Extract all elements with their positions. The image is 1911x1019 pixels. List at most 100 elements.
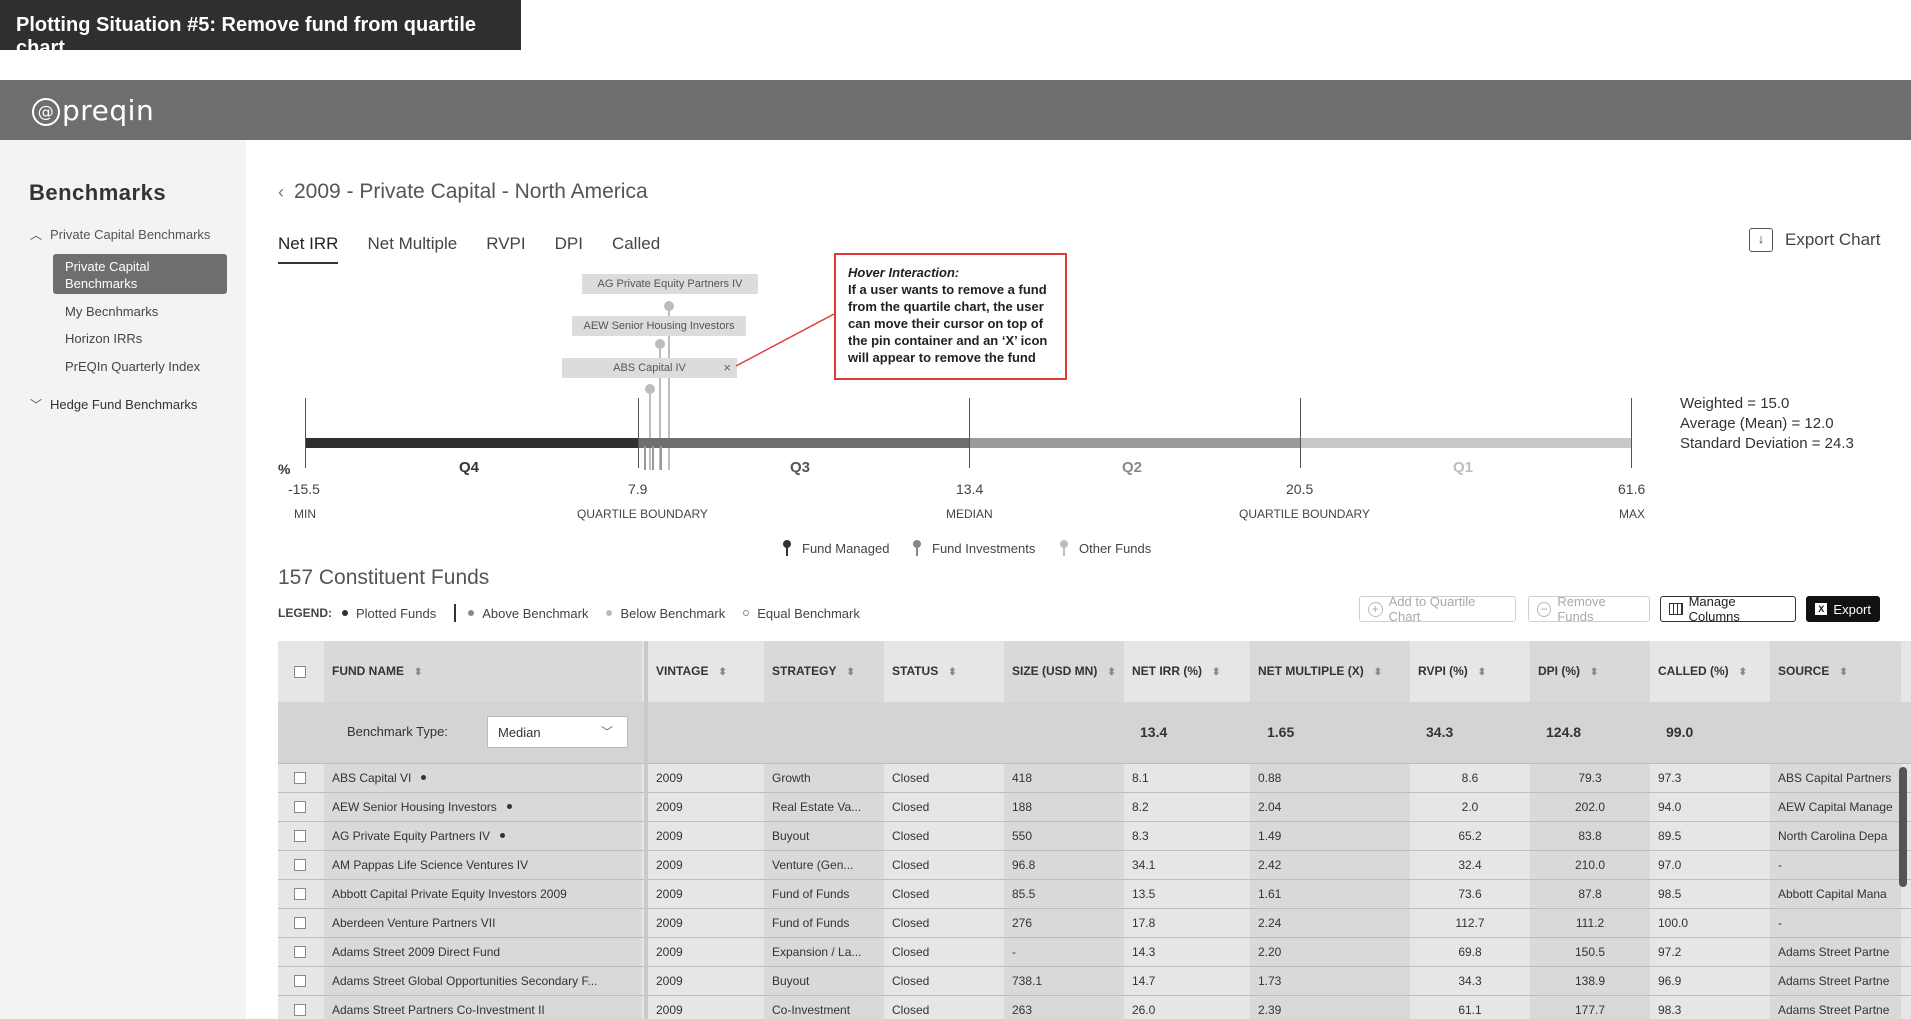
- column-header-status[interactable]: STATUS ⬍: [884, 641, 1004, 702]
- row-checkbox[interactable]: [294, 801, 306, 813]
- row-checkbox[interactable]: [294, 946, 306, 958]
- row-checkbox[interactable]: [294, 830, 306, 842]
- cell-rvpi: 34.3: [1410, 967, 1530, 996]
- table-row[interactable]: Aberdeen Venture Partners VII 2009 Fund of…: [278, 908, 1911, 938]
- chevron-up-icon: ︿: [30, 228, 43, 242]
- bullet-icon: [743, 610, 750, 616]
- cell-vintage: 2009: [648, 851, 760, 880]
- cell-name[interactable]: AEW Senior Housing Investors: [324, 793, 642, 822]
- cell-called: 98.5: [1650, 880, 1770, 909]
- plus-circle-icon: +: [1368, 601, 1383, 617]
- cell-irr: 26.0: [1124, 996, 1250, 1019]
- table-scrollbar[interactable]: [1898, 763, 1908, 1019]
- sidebar-item-quarterly-index[interactable]: PrEQIn Quarterly Index: [65, 359, 200, 374]
- cell-name[interactable]: Adams Street Partners Co-Investment II: [324, 996, 642, 1019]
- tab-rvpi[interactable]: RVPI: [486, 234, 525, 264]
- preqin-logo[interactable]: @ preqin: [32, 94, 154, 127]
- tab-net-irr[interactable]: Net IRR: [278, 234, 339, 264]
- pin-abs-capital[interactable]: ABS Capital IV ×: [562, 358, 737, 378]
- add-to-quartile-chart-button[interactable]: + Add to Quartile Chart: [1359, 594, 1516, 624]
- row-checkbox[interactable]: [294, 772, 306, 784]
- sidebar-item-my-benchmarks[interactable]: My Becnhmarks: [65, 304, 158, 319]
- cell-text: 2009: [656, 858, 683, 872]
- back-chevron-icon[interactable]: ‹: [278, 182, 284, 203]
- cell-name[interactable]: Adams Street Global Opportunities Second…: [324, 967, 642, 996]
- sidebar-item-horizon-irrs[interactable]: Horizon IRRs: [65, 331, 142, 346]
- cell-text: 65.2: [1458, 829, 1482, 843]
- cell-multiple: 0.88: [1250, 764, 1410, 793]
- table-row[interactable]: Abbott Capital Private Equity Investors …: [278, 879, 1911, 909]
- row-checkbox[interactable]: [294, 859, 306, 871]
- row-checkbox[interactable]: [294, 917, 306, 929]
- cell-status: Closed: [884, 822, 1004, 851]
- sidebar-group-private-capital[interactable]: ︿ Private Capital Benchmarks: [30, 226, 210, 243]
- sidebar-group-hedge-fund[interactable]: ﹀ Hedge Fund Benchmarks: [30, 396, 197, 413]
- cell-text: 2.0: [1461, 800, 1479, 814]
- sidebar: Benchmarks ︿ Private Capital Benchmarks P…: [0, 140, 246, 1019]
- cell-text: Abbott Capital Mana: [1778, 887, 1887, 901]
- column-header-strategy[interactable]: STRATEGY ⬍: [764, 641, 884, 702]
- column-header-source[interactable]: SOURCE ⬍: [1770, 641, 1901, 702]
- column-header-vintage[interactable]: VINTAGE ⬍: [648, 641, 760, 702]
- cell-size: 188: [1004, 793, 1124, 822]
- select-all-checkbox[interactable]: [294, 666, 306, 678]
- table-row[interactable]: AM Pappas Life Science Ventures IV 2009 Ve…: [278, 850, 1911, 880]
- column-header-fund-name[interactable]: FUND NAME ⬍: [324, 641, 642, 702]
- manage-columns-button[interactable]: Manage Columns: [1660, 594, 1796, 624]
- tab-called[interactable]: Called: [612, 234, 660, 264]
- column-header-called[interactable]: CALLED (%) ⬍: [1650, 641, 1770, 702]
- sidebar-item-private-capital-benchmarks[interactable]: Private Capital Benchmarks: [53, 254, 227, 294]
- cell-dpi: 83.8: [1530, 822, 1650, 851]
- cell-text: 2009: [656, 945, 683, 959]
- cell-name[interactable]: Adams Street 2009 Direct Fund: [324, 938, 642, 967]
- legend-heading: LEGEND:: [278, 606, 332, 620]
- table-row[interactable]: AG Private Equity Partners IV 2009 Buyout C…: [278, 821, 1911, 851]
- row-checkbox[interactable]: [294, 888, 306, 900]
- cell-rvpi: 112.7: [1410, 909, 1530, 938]
- cell-name[interactable]: AG Private Equity Partners IV: [324, 822, 642, 851]
- export-button[interactable]: X Export: [1806, 596, 1880, 622]
- benchmark-type-select[interactable]: Median ﹀: [487, 716, 628, 748]
- pin-ag-private-equity[interactable]: AG Private Equity Partners IV: [582, 274, 758, 294]
- cell-name[interactable]: AM Pappas Life Science Ventures IV: [324, 851, 642, 880]
- column-header-size[interactable]: SIZE (USD MN) ⬍: [1004, 641, 1124, 702]
- cell-text: 8.2: [1132, 800, 1149, 814]
- cell-source: -: [1770, 909, 1901, 938]
- cell-name[interactable]: Abbott Capital Private Equity Investors …: [324, 880, 642, 909]
- pin-aew-senior-housing[interactable]: AEW Senior Housing Investors: [572, 316, 746, 336]
- table-row[interactable]: Adams Street Partners Co-Investment II 20…: [278, 995, 1911, 1019]
- cell-text: AG Private Equity Partners IV: [332, 829, 491, 843]
- chevron-down-icon: ﹀: [30, 398, 43, 412]
- cell-name[interactable]: Aberdeen Venture Partners VII: [324, 909, 642, 938]
- scrollbar-thumb[interactable]: [1899, 767, 1907, 887]
- cell-text: -: [1778, 916, 1782, 930]
- remove-funds-button[interactable]: − Remove Funds: [1528, 594, 1650, 624]
- column-header-dpi[interactable]: DPI (%) ⬍: [1530, 641, 1650, 702]
- tab-net-multiple[interactable]: Net Multiple: [367, 234, 457, 264]
- column-header-rvpi[interactable]: RVPI (%) ⬍: [1410, 641, 1530, 702]
- cell-text: 2009: [656, 800, 683, 814]
- legend-fund-investments: Fund Investments: [912, 540, 1035, 556]
- legend-plotted-funds: Plotted Funds: [342, 606, 436, 621]
- column-header-net-irr[interactable]: NET IRR (%) ⬍: [1124, 641, 1250, 702]
- cell-status: Closed: [884, 909, 1004, 938]
- row-checkbox[interactable]: [294, 1004, 306, 1016]
- cell-name[interactable]: ABS Capital VI: [324, 764, 642, 793]
- boundary-min: [305, 398, 306, 468]
- cell-strategy: Buyout: [764, 822, 884, 851]
- table-row[interactable]: AEW Senior Housing Investors 2009 Real Est…: [278, 792, 1911, 822]
- export-chart-button[interactable]: ↓ Export Chart: [1749, 228, 1880, 252]
- row-checkbox[interactable]: [294, 975, 306, 987]
- download-icon: ↓: [1749, 228, 1773, 252]
- table-row[interactable]: Adams Street Global Opportunities Second…: [278, 966, 1911, 996]
- pin-icon: [782, 540, 792, 556]
- table-row[interactable]: Adams Street 2009 Direct Fund 2009 Expansi…: [278, 937, 1911, 967]
- cell-source: Adams Street Partne: [1770, 996, 1901, 1019]
- cell-text: 17.8: [1132, 916, 1156, 930]
- tab-dpi[interactable]: DPI: [555, 234, 583, 264]
- pin-stem-lower: [652, 446, 654, 470]
- sort-icon: ⬍: [948, 667, 957, 678]
- sort-icon: ⬍: [718, 667, 727, 678]
- table-row[interactable]: ABS Capital VI 2009 Growth Closed 418 8.1 0.88…: [278, 763, 1911, 793]
- column-header-net-multiple[interactable]: NET MULTIPLE (X) ⬍: [1250, 641, 1410, 702]
